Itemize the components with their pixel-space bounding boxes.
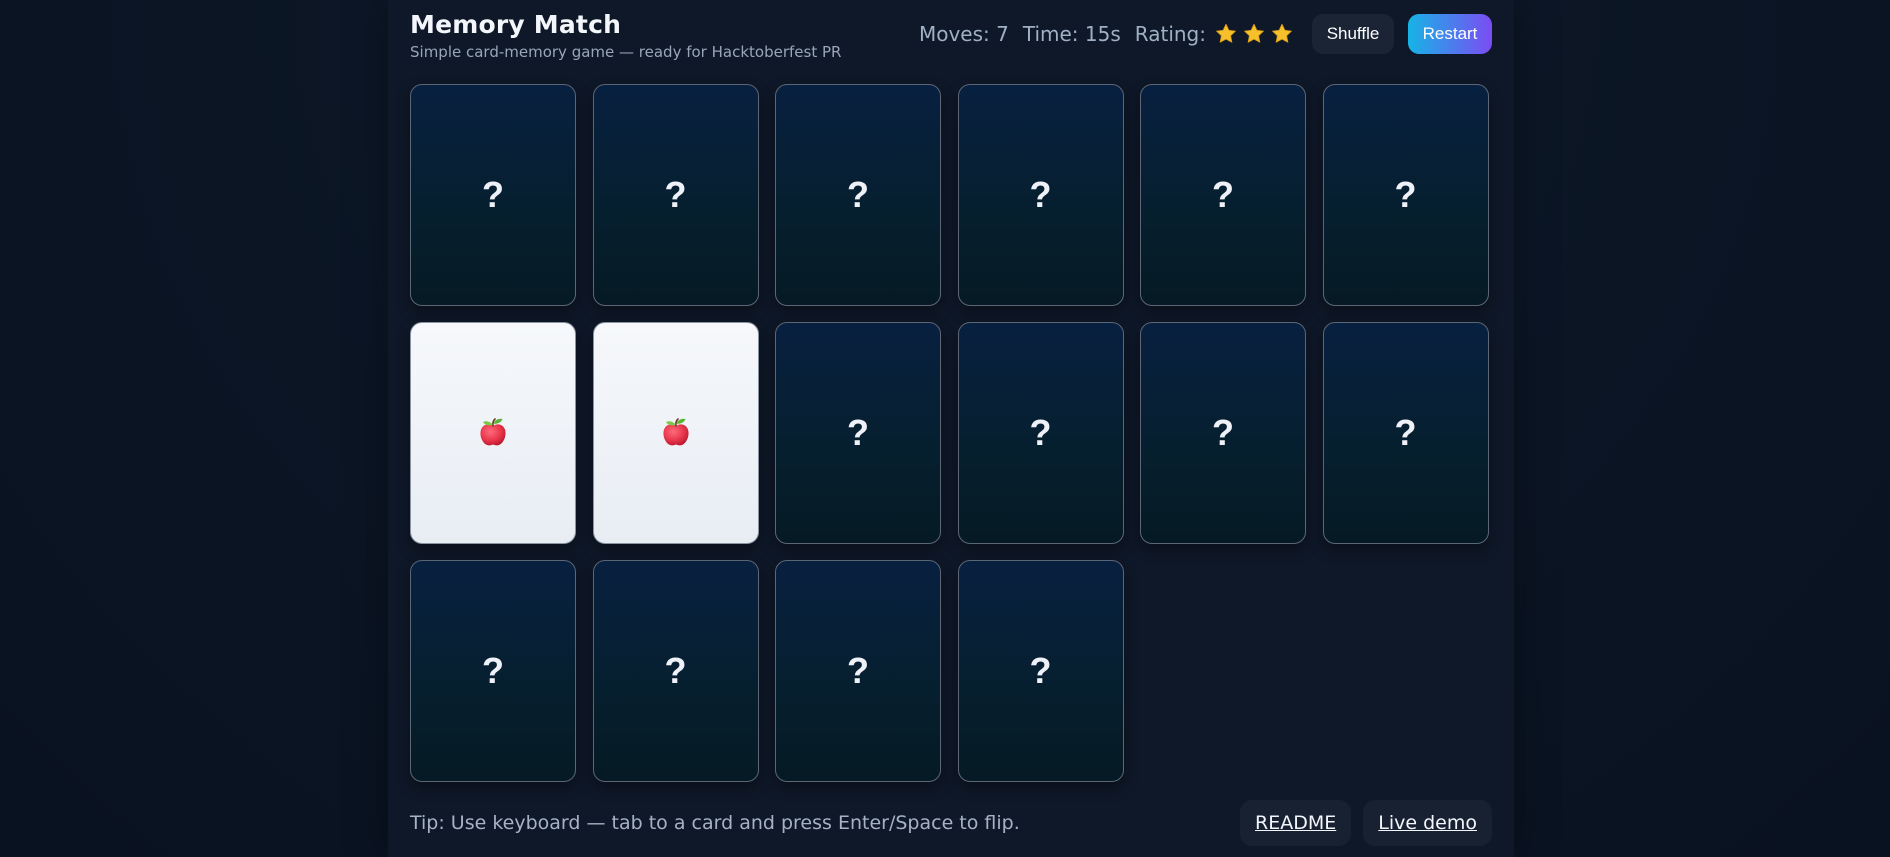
- card-grid: ??????????????: [410, 84, 1489, 782]
- card-hidden-mark: ?: [1029, 650, 1052, 691]
- apple-icon: [662, 418, 689, 446]
- time-counter: Time: 15s: [1022, 22, 1121, 46]
- card[interactable]: ?: [1322, 84, 1489, 306]
- card[interactable]: ?: [1322, 322, 1489, 544]
- card-hidden-mark: ?: [847, 650, 869, 691]
- rating-label: Rating:: [1134, 22, 1206, 46]
- star-icon: [1272, 23, 1292, 43]
- card-hidden-mark: ?: [482, 174, 504, 215]
- shuffle-button[interactable]: Shuffle: [1312, 14, 1394, 54]
- card-hidden-mark: ?: [847, 174, 869, 215]
- card-hidden-mark: ?: [664, 174, 687, 215]
- card[interactable]: ?: [775, 84, 941, 306]
- card-hidden-mark: ?: [847, 412, 869, 453]
- footer-links: README Live demo: [1240, 800, 1492, 846]
- card[interactable]: ?: [592, 84, 759, 306]
- card-hidden-mark: ?: [1394, 412, 1417, 453]
- card-hidden-mark: ?: [1212, 174, 1234, 215]
- live-demo-link[interactable]: Live demo: [1363, 800, 1492, 846]
- card[interactable]: ?: [592, 560, 759, 782]
- footer: Tip: Use keyboard — tab to a card and pr…: [410, 800, 1492, 846]
- restart-button[interactable]: Restart: [1408, 14, 1492, 54]
- card[interactable]: [592, 322, 759, 544]
- moves-counter: Moves: 7: [918, 22, 1009, 46]
- apple-icon: [480, 418, 506, 446]
- card-hidden-mark: ?: [1029, 412, 1052, 453]
- card-hidden-mark: ?: [482, 650, 504, 691]
- rating: Rating:: [1135, 22, 1294, 46]
- card-hidden-mark: ?: [664, 650, 687, 691]
- stats-bar: Moves: 7 Time: 15s Rating: Shuffle Resta…: [919, 14, 1492, 54]
- card[interactable]: ?: [957, 84, 1124, 306]
- readme-link[interactable]: README: [1240, 800, 1352, 846]
- card[interactable]: ?: [957, 560, 1124, 782]
- card-hidden-mark: ?: [1029, 174, 1052, 215]
- card-hidden-mark: ?: [1394, 174, 1417, 215]
- header: Memory Match Simple card-memory game — r…: [410, 0, 1492, 70]
- card[interactable]: ?: [775, 560, 941, 782]
- star-icon: [1216, 23, 1236, 43]
- card[interactable]: ?: [410, 560, 576, 782]
- card[interactable]: ?: [1140, 84, 1306, 306]
- page-title: Memory Match: [410, 10, 622, 39]
- card[interactable]: [410, 322, 576, 544]
- card[interactable]: ?: [775, 322, 941, 544]
- page-subtitle: Simple card-memory game — ready for Hack…: [410, 43, 842, 61]
- card[interactable]: ?: [410, 84, 576, 306]
- keyboard-tip: Tip: Use keyboard — tab to a card and pr…: [410, 812, 1020, 834]
- card[interactable]: ?: [957, 322, 1124, 544]
- game-container: Memory Match Simple card-memory game — r…: [388, 0, 1514, 857]
- star-icon: [1244, 23, 1264, 43]
- rating-stars: [1214, 22, 1294, 46]
- card-hidden-mark: ?: [1212, 412, 1234, 453]
- card[interactable]: ?: [1140, 322, 1306, 544]
